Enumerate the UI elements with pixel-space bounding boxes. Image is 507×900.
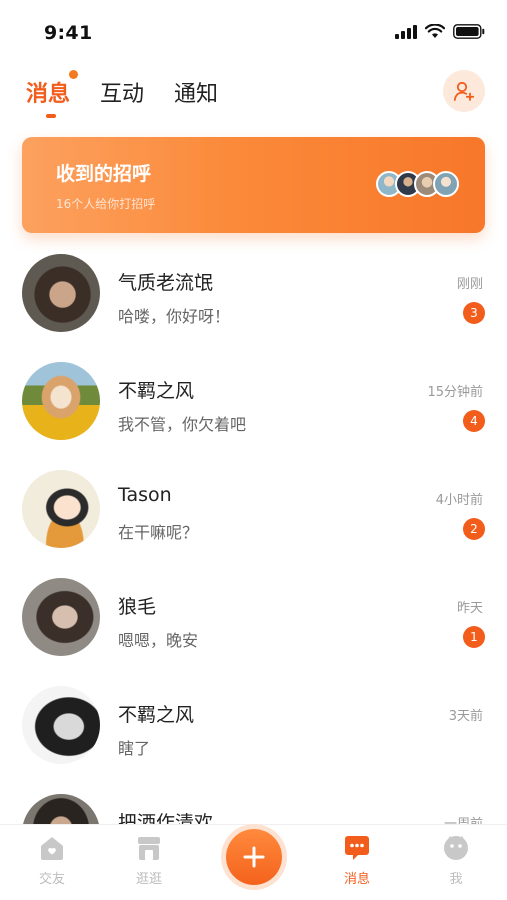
conversation-preview: 在干嘛呢？ bbox=[118, 523, 199, 542]
signal-icon bbox=[395, 24, 417, 39]
conversation-time: 昨天 bbox=[456, 601, 483, 616]
nav-label: 消息 bbox=[343, 872, 370, 887]
conversation-name: 不羁之风 bbox=[118, 704, 195, 726]
conversation-time: 4小时前 bbox=[435, 493, 483, 508]
unread-dot bbox=[69, 70, 79, 79]
bottom-nav: 交友 逛逛 消息 我 bbox=[0, 824, 507, 900]
profile-face-icon bbox=[444, 836, 468, 860]
nav-item-browse[interactable]: 逛逛 bbox=[114, 833, 184, 887]
status-bar: 9:41 bbox=[0, 0, 507, 66]
conversation-row[interactable]: 气质老流氓 哈喽，你好呀！ 刚刚 3 bbox=[0, 244, 507, 352]
status-time: 9:41 bbox=[44, 22, 93, 44]
conversation-preview: 我不管，你欠着吧 bbox=[118, 415, 247, 434]
nav-item-me[interactable]: 我 bbox=[421, 833, 491, 887]
add-friend-button[interactable] bbox=[443, 70, 485, 112]
battery-icon bbox=[453, 24, 485, 39]
tab-notifications-label: 通知 bbox=[174, 82, 219, 107]
conversation-row[interactable]: 不羁之风 我不管，你欠着吧 15分钟前 4 bbox=[0, 352, 507, 460]
unread-badge: 1 bbox=[463, 626, 485, 648]
greeting-subtitle: 16个人给你打招呼 bbox=[56, 197, 156, 211]
top-tabs: 消息 互动 通知 bbox=[26, 70, 248, 118]
conversation-time: 一周前 bbox=[444, 813, 483, 824]
nav-item-messages[interactable]: 消息 bbox=[322, 833, 392, 887]
add-user-icon bbox=[453, 81, 475, 101]
tab-messages[interactable]: 消息 bbox=[26, 70, 79, 118]
conversation-name: 把酒作清欢 bbox=[118, 812, 214, 824]
conversation-name: 狼毛 bbox=[118, 596, 157, 618]
home-icon bbox=[41, 837, 63, 860]
tab-notifications[interactable]: 通知 bbox=[174, 76, 218, 108]
status-icons bbox=[395, 24, 485, 39]
avatar bbox=[22, 470, 100, 548]
conversation-list: 气质老流氓 哈喽，你好呀！ 刚刚 3 不羁之风 我不管，你欠着吧 15分钟前 4… bbox=[0, 244, 507, 824]
greeting-banner[interactable]: 收到的招呼 16个人给你打招呼 bbox=[22, 137, 485, 233]
conversation-row[interactable]: 狼毛 嗯嗯，晚安 昨天 1 bbox=[0, 568, 507, 676]
tab-interactions-label: 互动 bbox=[100, 82, 145, 107]
unread-badge: 3 bbox=[463, 302, 485, 324]
avatar bbox=[433, 171, 459, 197]
conversation-time: 3天前 bbox=[448, 709, 483, 724]
plus-icon bbox=[243, 846, 265, 868]
greeting-title: 收到的招呼 bbox=[56, 163, 152, 185]
conversation-preview: 瞎了 bbox=[118, 739, 151, 758]
avatar bbox=[22, 578, 100, 656]
avatar bbox=[22, 794, 100, 824]
tab-messages-label: 消息 bbox=[26, 82, 71, 107]
create-post-button[interactable] bbox=[226, 829, 282, 885]
avatar bbox=[22, 362, 100, 440]
chat-bubble-icon bbox=[345, 836, 369, 860]
unread-badge: 4 bbox=[463, 410, 485, 432]
avatar bbox=[22, 254, 100, 332]
conversation-time: 15分钟前 bbox=[427, 385, 483, 400]
conversation-row[interactable]: Tason 在干嘛呢？ 4小时前 2 bbox=[0, 460, 507, 568]
conversation-row[interactable]: 不羁之风 瞎了 3天前 bbox=[0, 676, 507, 784]
active-tab-indicator bbox=[46, 114, 56, 118]
tab-interactions[interactable]: 互动 bbox=[100, 76, 144, 108]
nav-item-make-friends[interactable]: 交友 bbox=[17, 833, 87, 887]
conversation-name: 气质老流氓 bbox=[118, 272, 214, 294]
conversation-name: Tason bbox=[118, 484, 172, 506]
conversation-preview: 嗯嗯，晚安 bbox=[118, 631, 199, 650]
conversation-name: 不羁之风 bbox=[118, 380, 195, 402]
avatar bbox=[22, 686, 100, 764]
wifi-icon bbox=[425, 24, 445, 39]
nav-label: 我 bbox=[449, 872, 463, 887]
unread-badge: 2 bbox=[463, 518, 485, 540]
conversation-row[interactable]: 把酒作清欢 一周前 bbox=[0, 784, 507, 824]
nav-label: 逛逛 bbox=[135, 872, 162, 887]
nav-label: 交友 bbox=[38, 872, 65, 887]
conversation-time: 刚刚 bbox=[456, 277, 483, 292]
greeting-avatar-stack bbox=[376, 171, 459, 197]
conversation-preview: 哈喽，你好呀！ bbox=[118, 307, 231, 326]
shop-icon bbox=[138, 837, 160, 860]
